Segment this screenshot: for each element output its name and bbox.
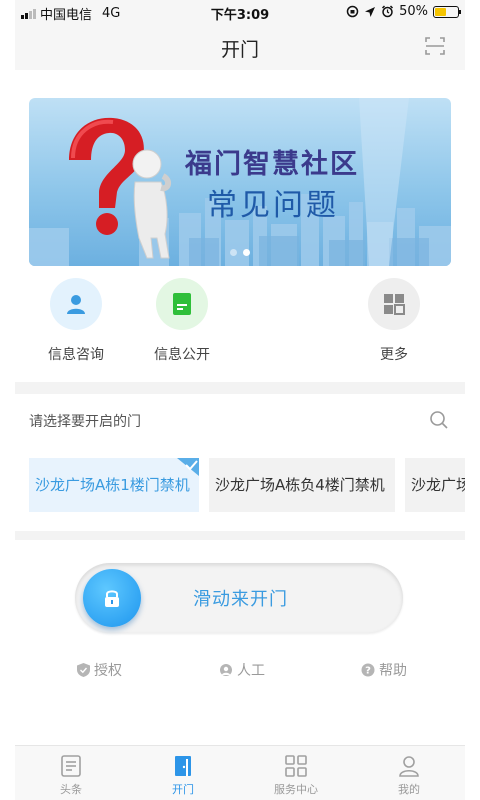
- headset-icon: [220, 664, 232, 676]
- section-divider: [15, 382, 465, 394]
- help-icon: ?: [361, 663, 375, 677]
- authorize-label: 授权: [94, 663, 122, 679]
- slider-label: 滑动来开门: [193, 589, 288, 610]
- door-select-prompt: 请选择要开启的门: [29, 414, 141, 430]
- help-label: 帮助: [379, 663, 407, 679]
- person-icon: [50, 278, 102, 330]
- door-list: 沙龙广场A栋1楼门禁机 沙龙广场A栋负4楼门禁机 沙龙广场: [29, 458, 465, 512]
- battery-percent: 50%: [399, 4, 428, 19]
- door-option-label: 沙龙广场: [411, 476, 465, 494]
- battery-icon: [433, 5, 461, 18]
- scan-icon[interactable]: [425, 36, 445, 56]
- tab-service-center[interactable]: 服务中心: [256, 754, 336, 797]
- banner-title: 福门智慧社区: [185, 149, 359, 180]
- app-screen: 中国电信 4G 下午3:09 50% 开门 福门智慧社区 常见问题 信息咨询 信…: [15, 0, 465, 800]
- quick-action-label: 信息咨询: [48, 347, 104, 363]
- door-icon: [175, 756, 191, 776]
- search-icon[interactable]: [429, 410, 449, 430]
- carousel-dot[interactable]: [230, 249, 237, 256]
- nav-bar: 开门: [15, 24, 465, 70]
- door-option[interactable]: 沙龙广场A栋负4楼门禁机: [209, 458, 395, 512]
- document-icon: [156, 278, 208, 330]
- status-bar: 中国电信 4G 下午3:09 50%: [15, 0, 465, 24]
- slide-to-open[interactable]: 滑动来开门: [75, 563, 403, 633]
- door-option-label: 沙龙广场A栋1楼门禁机: [35, 476, 190, 494]
- quick-action-info-consult[interactable]: 信息咨询: [36, 278, 116, 364]
- orientation-lock-icon: [346, 5, 359, 18]
- banner-subtitle: 常见问题: [207, 188, 339, 223]
- door-option-label: 沙龙广场A栋负4楼门禁机: [215, 476, 385, 494]
- tab-headlines[interactable]: 头条: [31, 754, 111, 797]
- tab-label: 服务中心: [274, 783, 318, 796]
- location-icon: [365, 6, 376, 17]
- quick-actions: 信息咨询 信息公开 更多: [15, 278, 465, 368]
- news-icon: [61, 755, 81, 777]
- manual-service-link[interactable]: 人工: [219, 660, 265, 680]
- quick-action-more[interactable]: 更多: [354, 278, 434, 364]
- tab-mine[interactable]: 我的: [369, 754, 449, 797]
- user-icon: [399, 756, 419, 777]
- grid-icon: [285, 755, 307, 777]
- carousel-dot-active[interactable]: [243, 249, 250, 256]
- shield-icon: [77, 663, 90, 677]
- grid-icon: [368, 278, 420, 330]
- tab-label: 头条: [60, 783, 82, 796]
- quick-action-info-public[interactable]: 信息公开: [142, 278, 222, 364]
- tab-label: 我的: [398, 783, 420, 796]
- door-option-selected[interactable]: 沙龙广场A栋1楼门禁机: [29, 458, 199, 512]
- door-option[interactable]: 沙龙广场: [405, 458, 465, 512]
- check-icon: [177, 458, 199, 476]
- carousel-indicator: [29, 249, 451, 256]
- lock-icon: [105, 590, 119, 607]
- helper-links: 授权 人工 ? 帮助: [15, 660, 465, 684]
- manual-service-label: 人工: [237, 663, 265, 679]
- tab-label: 开门: [172, 783, 194, 796]
- slider-knob[interactable]: [83, 569, 141, 627]
- section-divider: [15, 531, 465, 540]
- page-title: 开门: [220, 39, 259, 61]
- help-link[interactable]: ? 帮助: [361, 660, 407, 680]
- authorize-link[interactable]: 授权: [77, 660, 122, 680]
- tab-open-door[interactable]: 开门: [143, 754, 223, 797]
- promo-banner[interactable]: 福门智慧社区 常见问题: [29, 98, 451, 266]
- quick-action-label: 信息公开: [154, 347, 210, 363]
- tab-bar: 头条 开门 服务中心 我的: [15, 745, 465, 800]
- alarm-icon: [382, 5, 394, 18]
- quick-action-label: 更多: [380, 347, 408, 363]
- svg-text:?: ?: [365, 666, 371, 677]
